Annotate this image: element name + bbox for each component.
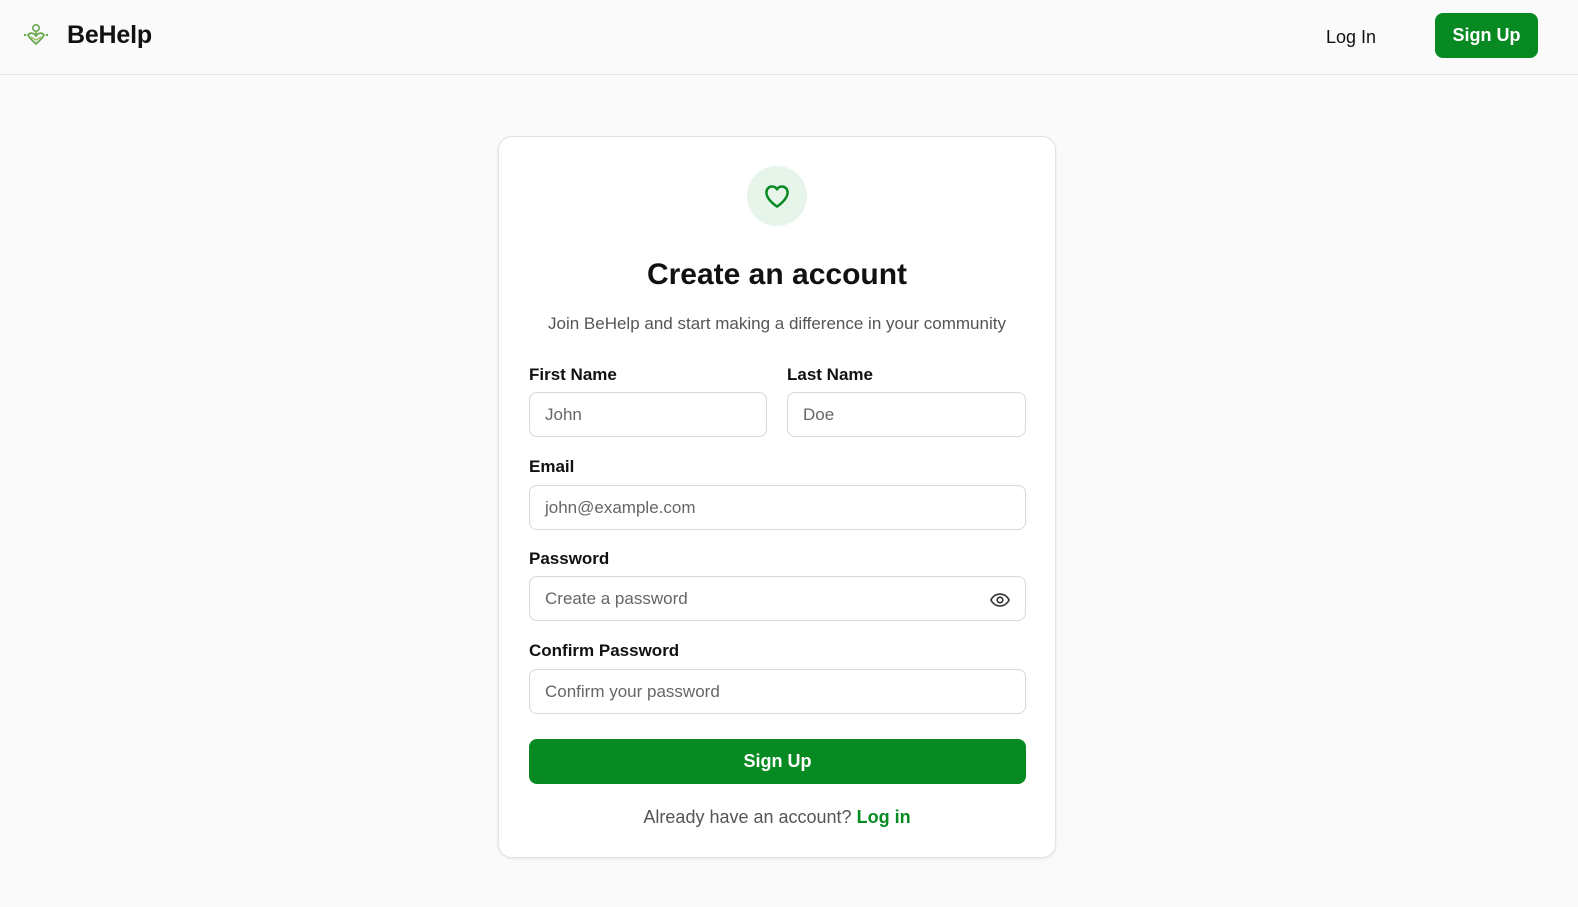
heart-icon [765,185,789,208]
brand-name: BeHelp [67,20,152,49]
password-label: Password [529,549,610,568]
eye-icon[interactable] [989,589,1011,611]
email-field[interactable]: john@example.com [529,485,1026,530]
first-name-label: First Name [529,365,617,384]
top-navigation-bar: BeHelp Log In Sign Up [0,0,1578,75]
signup-submit-button[interactable]: Sign Up [529,739,1026,784]
first-name-field[interactable]: John [529,392,767,437]
behelp-logo-icon [20,19,52,51]
page-title: Create an account [646,258,908,291]
password-field[interactable]: Create a password [529,576,1026,621]
password-placeholder: Create a password [545,588,688,608]
signup-card: Create an account Join BeHelp and start … [498,136,1056,858]
last-name-field[interactable]: Doe [787,392,1026,437]
confirm-password-field[interactable]: Confirm your password [529,669,1026,714]
login-prompt: Already have an account? Log in [499,807,1055,828]
login-link[interactable]: Log in [857,807,911,827]
last-name-label: Last Name [787,365,873,384]
email-label: Email [529,457,575,476]
heart-badge [747,166,807,226]
login-prompt-text: Already have an account? [643,807,852,827]
nav-login-button[interactable]: Log In [1320,22,1382,52]
brand-logo[interactable]: BeHelp [20,19,152,51]
confirm-password-label: Confirm Password [529,641,680,660]
nav-signup-button[interactable]: Sign Up [1435,13,1538,58]
page-subtitle: Join BeHelp and start making a differenc… [548,314,1006,333]
